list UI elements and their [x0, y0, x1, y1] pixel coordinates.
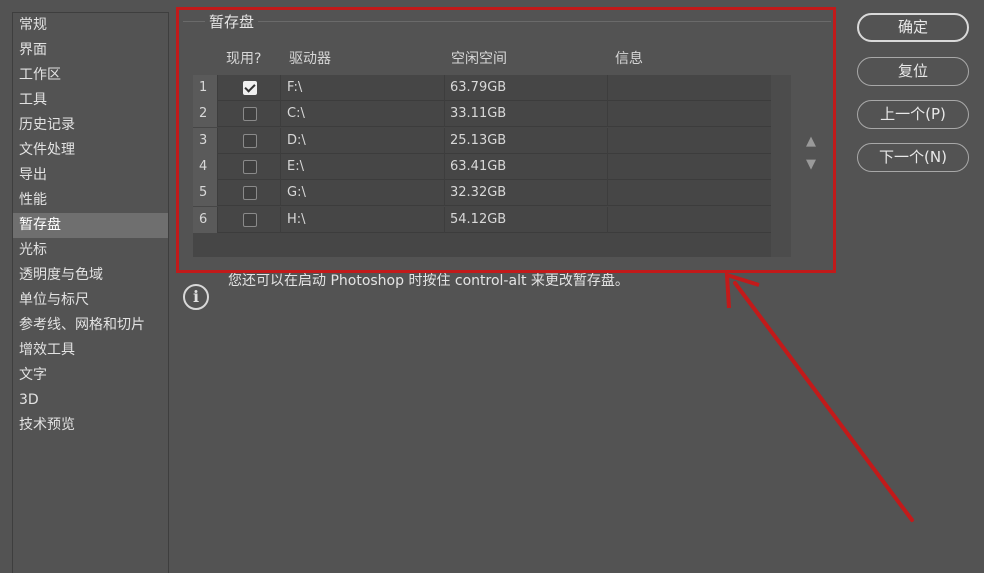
info-icon: i	[183, 284, 209, 310]
sidebar-item[interactable]: 界面	[13, 38, 168, 63]
sidebar-item[interactable]: 参考线、网格和切片	[13, 313, 168, 338]
sidebar-item[interactable]: 文件处理	[13, 138, 168, 163]
sidebar-item[interactable]: 暂存盘	[13, 213, 168, 238]
sidebar-item[interactable]: 3D	[13, 388, 168, 413]
previous-button[interactable]: 上一个(P)	[857, 100, 969, 129]
sidebar-item[interactable]: 文字	[13, 363, 168, 388]
scratch-hint-text: 您还可以在启动 Photoshop 时按住 control-alt 来更改暂存盘…	[228, 273, 629, 289]
reset-button[interactable]: 复位	[857, 57, 969, 86]
sidebar-item[interactable]: 透明度与色域	[13, 263, 168, 288]
sidebar-item[interactable]: 工具	[13, 88, 168, 113]
sidebar-item[interactable]: 历史记录	[13, 113, 168, 138]
sidebar-item[interactable]: 光标	[13, 238, 168, 263]
sidebar-item[interactable]: 增效工具	[13, 338, 168, 363]
ok-button[interactable]: 确定	[857, 13, 969, 42]
sidebar-item[interactable]: 性能	[13, 188, 168, 213]
sidebar-item[interactable]: 技术预览	[13, 413, 168, 438]
sidebar-item[interactable]: 导出	[13, 163, 168, 188]
next-button[interactable]: 下一个(N)	[857, 143, 969, 172]
sidebar-item[interactable]: 单位与标尺	[13, 288, 168, 313]
sidebar-item[interactable]: 工作区	[13, 63, 168, 88]
preferences-sidebar: 常规 界面 工作区 工具 历史记录 文件处理 导出 性能 暂存盘 光标 透明度与色域 单位与标尺 参考线…	[12, 12, 169, 573]
annotation-highlight-box	[176, 7, 836, 273]
sidebar-item[interactable]: 常规	[13, 13, 168, 38]
